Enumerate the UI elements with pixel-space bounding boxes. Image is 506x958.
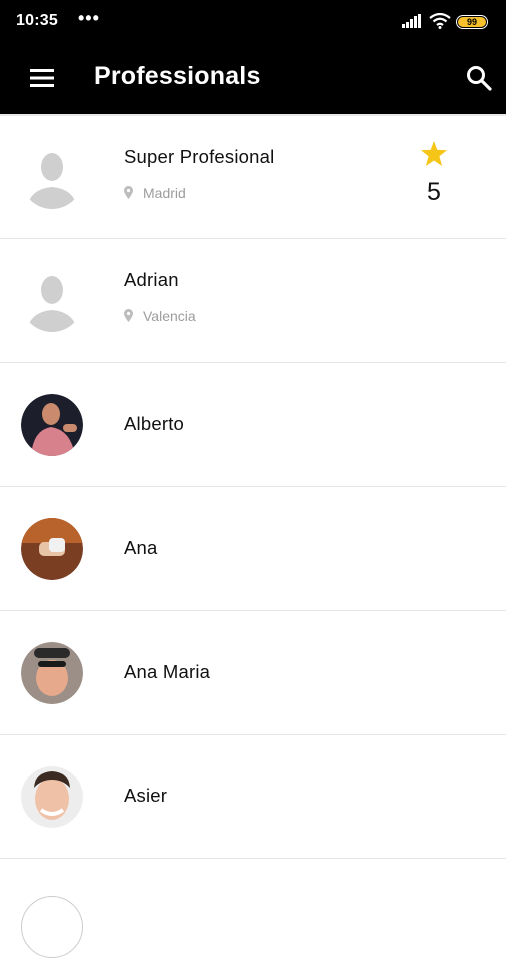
professional-location: Madrid: [124, 185, 186, 201]
avatar: [21, 394, 83, 456]
status-bar: 10:35 ••• 99: [0, 0, 506, 44]
signal-icon: [402, 14, 421, 28]
battery-level: 99: [458, 17, 486, 27]
professionals-list: Super Profesional Madrid 5 Adrian Valenc…: [0, 114, 506, 859]
star-icon: [421, 141, 447, 166]
avatar-placeholder-icon: [27, 153, 77, 209]
professional-location: Valencia: [124, 308, 196, 324]
professional-name: Ana Maria: [124, 661, 211, 682]
professional-name: Ana: [124, 537, 158, 558]
professional-name: Alberto: [124, 413, 185, 434]
list-item[interactable]: Ana: [0, 487, 506, 611]
app-bar: Professionals: [0, 44, 506, 114]
location-text: Madrid: [143, 185, 186, 201]
avatar: [21, 896, 83, 958]
page-title: Professionals: [94, 62, 261, 90]
location-text: Valencia: [143, 308, 196, 324]
avatar-placeholder-icon: [27, 276, 77, 332]
battery-icon: 99: [456, 15, 488, 29]
list-item[interactable]: Alberto: [0, 363, 506, 487]
avatar: [21, 766, 83, 828]
list-item[interactable]: Asier: [0, 735, 506, 859]
list-item[interactable]: Adrian Valencia: [0, 239, 506, 363]
rating-value: 5: [427, 178, 441, 206]
search-icon[interactable]: [466, 65, 492, 91]
list-item[interactable]: Super Profesional Madrid 5: [0, 114, 506, 239]
professional-name: Asier: [124, 785, 168, 806]
avatar: [21, 642, 83, 704]
location-pin-icon: [124, 186, 133, 199]
location-pin-icon: [124, 309, 133, 322]
notification-dots: •••: [78, 8, 100, 28]
status-time: 10:35: [16, 12, 58, 29]
avatar: [21, 518, 83, 580]
list-item[interactable]: Ana Maria: [0, 611, 506, 735]
professional-name: Adrian: [124, 269, 179, 290]
menu-icon[interactable]: [30, 69, 54, 87]
wifi-icon: [429, 13, 451, 29]
professional-name: Super Profesional: [124, 146, 275, 167]
